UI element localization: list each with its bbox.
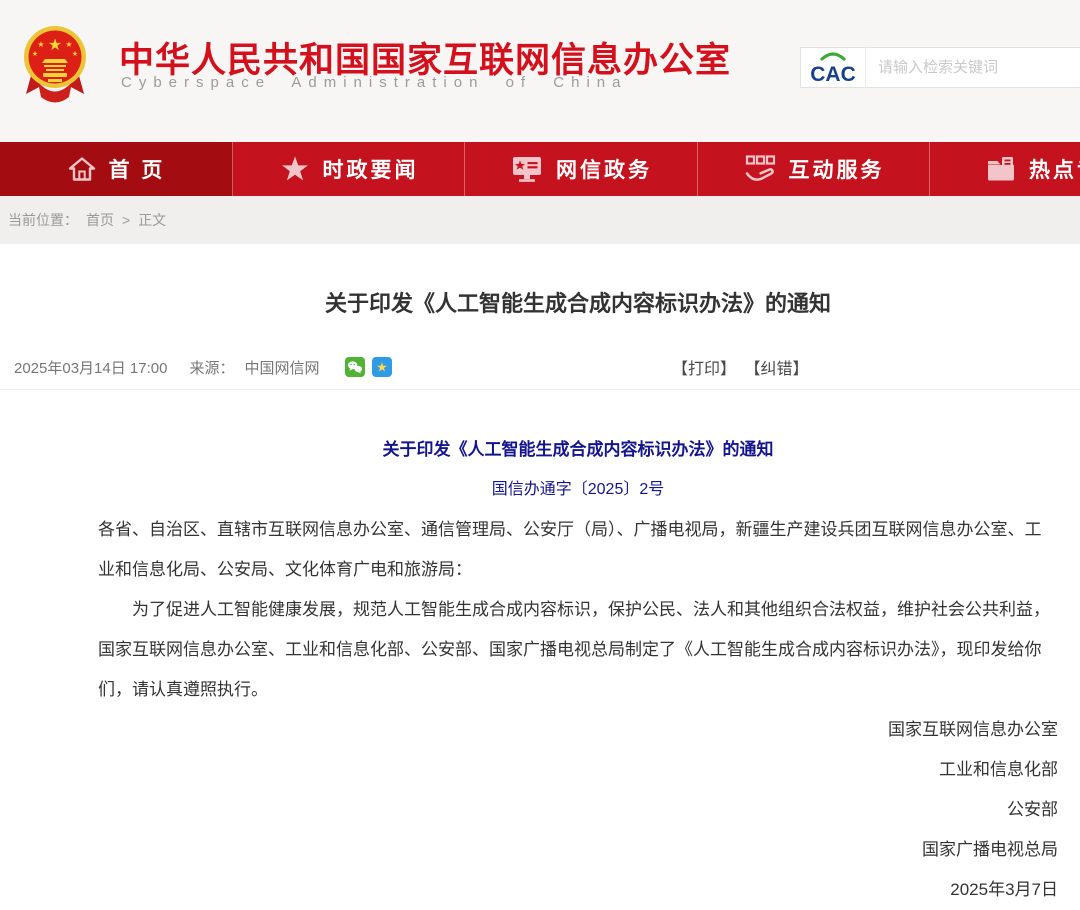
service-hand-icon [743,154,777,184]
meta-divider [0,389,1080,390]
correction-button[interactable]: 【纠错】 [744,361,808,378]
print-button[interactable]: 【打印】 [672,361,736,378]
breadcrumb-prefix: 当前位置： [8,210,78,230]
nav-label-news: 时政要闻 [323,154,419,184]
site-header: ★ ★ ★ ★ ★ 中华人民共和国国家互联网信息办公室 Cyberspace A… [0,0,1080,142]
article-body: 关于印发《人工智能生成合成内容标识办法》的通知 国信办通字〔2025〕2号 各省… [98,430,1058,910]
signature-date: 2025年3月7日 [98,870,1058,910]
paragraph-body: 为了促进人工智能健康发展，规范人工智能生成合成内容标识，保护公民、法人和其他组织… [98,590,1058,710]
national-emblem-icon[interactable]: ★ ★ ★ ★ ★ [22,24,88,108]
svg-text:★: ★ [48,37,62,54]
doc-title: 关于印发《人工智能生成合成内容标识办法》的通知 [98,430,1058,470]
wechat-share-icon[interactable] [345,357,365,377]
paragraph-addressee: 各省、自治区、直辖市互联网信息办公室、通信管理局、公安厅（局）、广播电视局，新疆… [98,510,1058,590]
signature-cac: 国家互联网信息办公室 [98,710,1058,750]
breadcrumb-current: 正文 [138,210,166,230]
share-icons: ★ [345,357,392,377]
nav-item-topics[interactable]: 热点专题 [930,142,1080,196]
svg-text:★: ★ [377,360,389,375]
nav-item-egov[interactable]: 网信政务 [465,142,698,196]
doc-number: 国信办通字〔2025〕2号 [98,470,1058,510]
nav-label-egov: 网信政务 [556,154,652,184]
signature-nrta: 国家广播电视总局 [98,830,1058,870]
monitor-icon [510,154,544,184]
home-icon [67,154,97,184]
publish-date: 2025年03月14日 17:00 [14,357,167,378]
nav-label-home: 首 页 [109,154,166,184]
cac-logo-icon: CAC [801,48,865,87]
signature-miit: 工业和信息化部 [98,750,1058,790]
breadcrumb-home-link[interactable]: 首页 [86,210,114,230]
folder-icon [985,154,1017,184]
svg-text:★: ★ [32,50,38,58]
qzone-share-icon[interactable]: ★ [372,357,392,377]
search-input[interactable] [866,48,1080,87]
source-label: 来源： [189,357,234,378]
breadcrumb: 当前位置： 首页 > 正文 [0,196,1080,244]
article-meta-left: 2025年03月14日 17:00 来源： 中国网信网 ★ [14,354,392,380]
main-nav: 首 页 时政要闻 网信政务 互动服务 [0,142,1080,196]
page-title: 关于印发《人工智能生成合成内容标识办法》的通知 [98,286,1058,318]
nav-label-services: 互动服务 [789,154,885,184]
article-meta: 2025年03月14日 17:00 来源： 中国网信网 ★ [0,354,1080,380]
source-name: 中国网信网 [244,357,319,378]
nav-item-news[interactable]: 时政要闻 [233,142,465,196]
article-page: 关于印发《人工智能生成合成内容标识办法》的通知 2025年03月14日 17:0… [0,286,1080,910]
svg-text:★: ★ [37,40,44,49]
signature-mps: 公安部 [98,790,1058,830]
svg-text:CAC: CAC [810,63,856,86]
svg-text:★: ★ [65,40,72,49]
star-icon [279,154,311,184]
breadcrumb-separator: > [122,212,130,228]
search-box: CAC [800,47,1080,88]
svg-text:★: ★ [72,50,78,58]
article-actions: 【打印】 【纠错】 [672,355,812,379]
nav-label-topics: 热点专题 [1029,154,1080,184]
nav-item-home[interactable]: 首 页 [0,142,233,196]
site-subtitle: Cyberspace Administration of China [121,74,627,91]
nav-item-services[interactable]: 互动服务 [698,142,930,196]
